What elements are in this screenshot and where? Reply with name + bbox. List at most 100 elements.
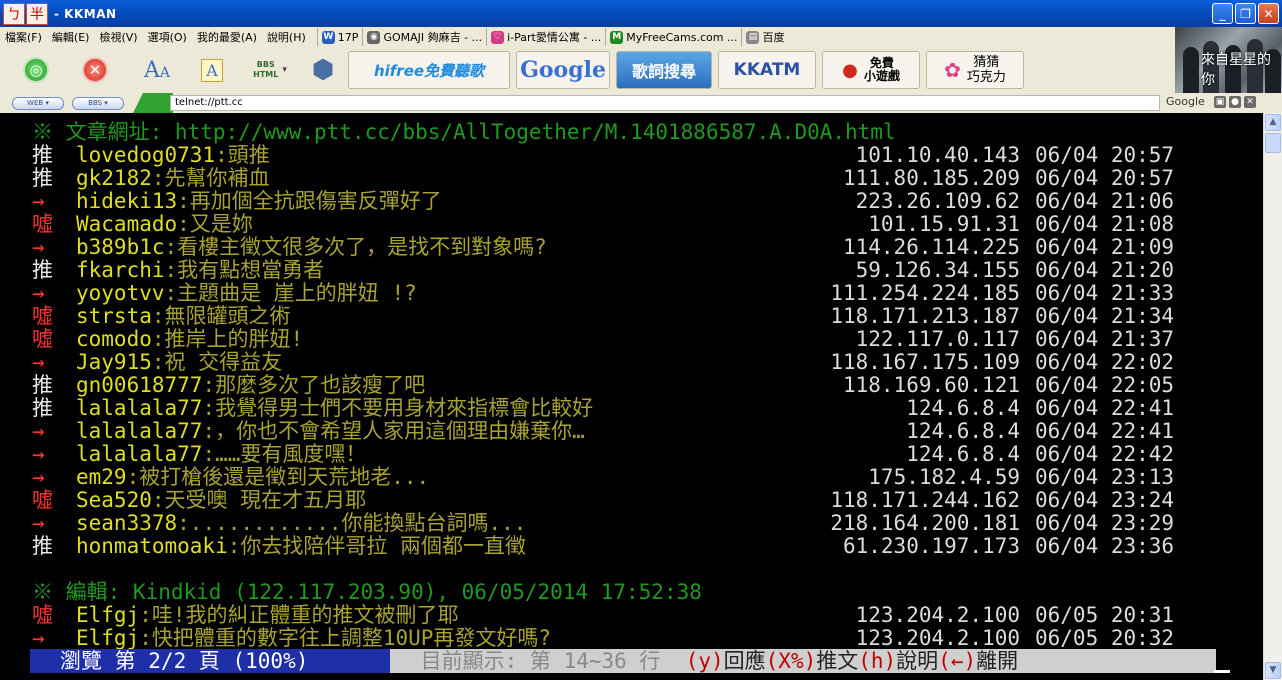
close-button[interactable]: ✕	[1258, 3, 1279, 24]
settings-icon[interactable]: ▣	[1214, 96, 1226, 108]
push-row: → lalalala77:，你也不會希望人家用這個理由嫌棄你… 124.6.8.4 0…	[0, 420, 1263, 443]
push-ip: 124.6.8.4	[906, 442, 1020, 466]
push-user: yoyotvv:主題曲是 崖上的胖妞 !?	[76, 281, 417, 305]
menu-edit[interactable]: 編輯(E)	[47, 29, 95, 45]
lyrics-search-label: 歌詞搜尋	[631, 62, 696, 81]
hifree-button[interactable]: hifree免費聽歌	[348, 51, 510, 89]
maximize-button[interactable]: ❐	[1235, 3, 1256, 24]
promo-text: 來自星星的你	[1201, 52, 1271, 88]
free-game-label: 免費 小遊戲	[863, 56, 900, 83]
menu-options[interactable]: 選項(O)	[143, 29, 192, 45]
key-hints: 目前顯示: 第 14~36 行 (y)回應(X%)推文(h)說明(←)離開	[390, 649, 1216, 673]
push-datetime: 06/04 22:41	[1035, 419, 1175, 443]
push-user: lovedog0731:頭推	[76, 143, 270, 167]
font-style-icon: A	[201, 58, 223, 82]
stop-button[interactable]: ✕	[64, 50, 126, 90]
push-ip: 101.15.91.31	[868, 212, 1020, 236]
go-button[interactable]: ◎	[14, 50, 58, 90]
plugin-button[interactable]: ⬢	[304, 50, 342, 90]
promo-banner[interactable]: 來自星星的你	[1175, 27, 1282, 93]
push-row: 噓 strsta:無限罐頭之術 118.171.213.187 06/04 21:34	[0, 305, 1263, 328]
scroll-up-button[interactable]: ▲	[1265, 114, 1281, 131]
scroll-down-button[interactable]: ▼	[1265, 662, 1281, 679]
push-message: :我有點想當勇者	[164, 258, 325, 282]
wiki-icon: W	[321, 30, 335, 44]
key-hint: (h)	[858, 649, 897, 673]
push-user: lalalala77:我覺得男士們不要用身材來指標會比較好	[76, 396, 594, 420]
edit-info-line: ※ 編輯: Kindkid (122.117.203.90), 06/05/20…	[32, 580, 702, 604]
gomaji-icon: ◉	[367, 30, 381, 44]
stop-icon: ✕	[82, 57, 108, 83]
push-message: :被打槍後還是徵到天荒地老...	[126, 465, 430, 489]
push-tag: →	[32, 281, 45, 305]
push-user: Elfgj:快把體重的數字往上調整10UP再發文好嗎?	[76, 626, 552, 650]
push-ip: 223.26.109.62	[855, 189, 1020, 213]
push-tag: 推	[32, 534, 53, 558]
favorite-baidu[interactable]: ▤ 百度	[741, 28, 788, 46]
font-style-button[interactable]: A	[188, 50, 236, 90]
close-bar-icon[interactable]: ✕	[1244, 96, 1256, 108]
key-hint-desc: 說明	[896, 649, 939, 673]
push-ip: 218.164.200.181	[830, 511, 1020, 535]
push-list-2: 噓 Elfgj:哇!我的糾正體重的推文被刪了耶 123.204.2.100 06/05…	[0, 604, 1263, 650]
page-icon: ▤	[746, 30, 760, 44]
guess-chocolate-button[interactable]: ✿ 猜猜 巧克力	[926, 51, 1024, 89]
status-bar: 瀏覽 第 2/2 頁 (100%) 目前顯示: 第 14~36 行 (y)回應(…	[30, 649, 1216, 673]
push-user: hideki13:再加個全抗跟傷害反彈好了	[76, 189, 442, 213]
connection-indicator	[133, 93, 173, 113]
font-size-button[interactable]: AA	[132, 50, 182, 90]
favorite-ipart[interactable]: ♡ i-Part愛情公寓 - ...	[486, 28, 605, 46]
google-button[interactable]: Google	[516, 51, 610, 89]
minimize-button[interactable]: _	[1212, 3, 1233, 24]
heart-icon: ♡	[491, 30, 505, 44]
favorite-17p[interactable]: W 17P	[316, 28, 363, 46]
address-input[interactable]: telnet://ptt.cc	[170, 95, 1160, 111]
push-message: :，你也不會希望人家用這個理由嫌棄你…	[202, 419, 585, 443]
push-ip: 118.171.244.162	[830, 488, 1020, 512]
menu-bar: 檔案(F) 編輯(E) 檢視(V) 選項(O) 我的最愛(A) 說明(H) W …	[0, 27, 1175, 47]
bbs-terminal[interactable]: ※ 文章網址: http://www.ptt.cc/bbs/AllTogethe…	[0, 113, 1263, 680]
menu-file[interactable]: 檔案(F)	[0, 29, 47, 45]
ime-halfwidth-button[interactable]: 半	[26, 2, 48, 25]
favorite-myfreecams[interactable]: M MyFreeCams.com ...	[605, 28, 741, 46]
web-mode-button[interactable]: WEB ▾	[12, 96, 64, 110]
push-message: :再加個全抗跟傷害反彈好了	[177, 189, 442, 213]
font-size-icon: AA	[143, 57, 170, 83]
menu-help[interactable]: 說明(H)	[262, 29, 311, 45]
push-message: :那麼多次了也該瘦了吧	[202, 373, 426, 397]
address-row: WEB ▾ BBS ▾ telnet://ptt.cc Google ▣ ● ✕	[0, 93, 1282, 113]
bbs-html-button[interactable]: BBS HTML ▾	[242, 50, 298, 90]
push-message: :先幫你補血	[151, 166, 270, 190]
push-row: → lalalala77:……要有風度嘿！ 124.6.8.4 06/04 22:42	[0, 443, 1263, 466]
favorite-gomaji[interactable]: ◉ GOMAJI 夠麻吉 - ...	[362, 28, 486, 46]
push-user: lalalala77:，你也不會希望人家用這個理由嫌棄你…	[76, 419, 585, 443]
push-datetime: 06/04 20:57	[1035, 166, 1175, 190]
push-list: 推 lovedog0731:頭推 101.10.40.143 06/04 20:57 推…	[0, 144, 1263, 558]
info-icon[interactable]: ●	[1229, 96, 1241, 108]
scroll-thumb[interactable]	[1265, 133, 1281, 153]
lyrics-search-button[interactable]: 歌詞搜尋	[616, 51, 712, 89]
push-tag: →	[32, 511, 45, 535]
kkatm-button[interactable]: KKATM	[718, 51, 816, 89]
vertical-scrollbar[interactable]: ▲ ▼	[1263, 113, 1282, 680]
key-hint-desc: 離開	[976, 649, 1019, 673]
push-row: 噓 Wacamado:又是妳 101.15.91.31 06/04 21:08	[0, 213, 1263, 236]
kkatm-label: KKATM	[733, 60, 801, 80]
joystick-icon: ●	[842, 59, 858, 81]
google-search-label[interactable]: Google	[1166, 95, 1205, 108]
ime-mode-button[interactable]: ㄅ	[3, 2, 25, 25]
favorite-label: 17P	[337, 30, 359, 44]
push-datetime: 06/04 23:36	[1035, 534, 1175, 558]
push-datetime: 06/05 20:31	[1035, 603, 1175, 627]
push-user: em29:被打槍後還是徵到天荒地老...	[76, 465, 430, 489]
push-user: gn00618777:那麼多次了也該瘦了吧	[76, 373, 426, 397]
bbs-mode-button[interactable]: BBS ▾	[72, 96, 124, 110]
menu-favorites[interactable]: 我的最愛(A)	[192, 29, 262, 45]
push-message: :天受噢 現在才五月耶	[151, 488, 367, 512]
push-user: fkarchi:我有點想當勇者	[76, 258, 325, 282]
push-row: 推 gn00618777:那麼多次了也該瘦了吧 118.169.60.121 06/0…	[0, 374, 1263, 397]
push-datetime: 06/04 23:24	[1035, 488, 1175, 512]
key-hint-desc: 推文	[816, 649, 859, 673]
menu-view[interactable]: 檢視(V)	[94, 29, 142, 45]
free-game-button[interactable]: ● 免費 小遊戲	[822, 51, 920, 89]
